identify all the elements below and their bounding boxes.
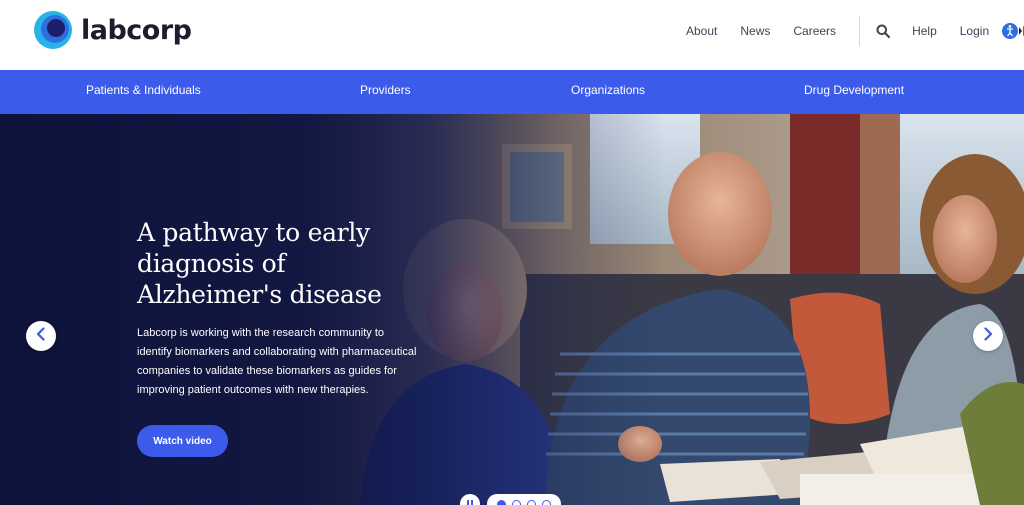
watch-video-button[interactable]: Watch video	[137, 425, 228, 457]
nav-providers[interactable]: Providers	[360, 83, 411, 97]
hero-carousel: A pathway to early diagnosis of Alzheime…	[0, 114, 1024, 505]
careers-link[interactable]: Careers	[793, 24, 836, 38]
hero-copy: A pathway to early diagnosis of Alzheime…	[137, 217, 437, 400]
about-link[interactable]: About	[686, 24, 717, 38]
nav-drug-development[interactable]: Drug Development	[804, 83, 904, 97]
carousel-prev-button[interactable]	[26, 321, 56, 351]
nav-divider	[859, 16, 861, 46]
nav-organizations[interactable]: Organizations	[571, 83, 645, 97]
labcorp-logo[interactable]: labcorp	[34, 11, 192, 49]
carousel-next-button[interactable]	[973, 321, 1003, 351]
nav-patients-individuals[interactable]: Patients & Individuals	[86, 83, 201, 97]
search-icon[interactable]	[876, 24, 891, 39]
carousel-dots	[487, 494, 561, 505]
hero-description: Labcorp is working with the research com…	[137, 327, 417, 396]
carousel-dot[interactable]	[497, 499, 506, 505]
login-link[interactable]: Login	[960, 24, 989, 38]
logo-icon	[34, 11, 72, 49]
site-header: labcorp About News Careers Help Login	[0, 0, 1024, 70]
help-link[interactable]: Help	[912, 24, 937, 38]
accessibility-icon[interactable]	[1001, 22, 1024, 40]
hero-title: A pathway to early diagnosis of Alzheime…	[137, 218, 382, 309]
news-link[interactable]: News	[740, 24, 770, 38]
utility-nav: About News Careers Help Login	[686, 16, 1024, 46]
chevron-left-icon	[35, 326, 47, 346]
carousel-pager	[460, 494, 561, 505]
main-nav: Patients & Individuals Providers Organiz…	[0, 70, 1024, 114]
logo-wordmark: labcorp	[81, 14, 192, 46]
carousel-pause-button[interactable]	[460, 494, 480, 505]
carousel-dot[interactable]	[527, 499, 536, 505]
carousel-dot[interactable]	[542, 499, 551, 505]
carousel-dot[interactable]	[512, 499, 521, 505]
chevron-right-icon	[982, 326, 994, 346]
pause-icon	[466, 495, 474, 505]
